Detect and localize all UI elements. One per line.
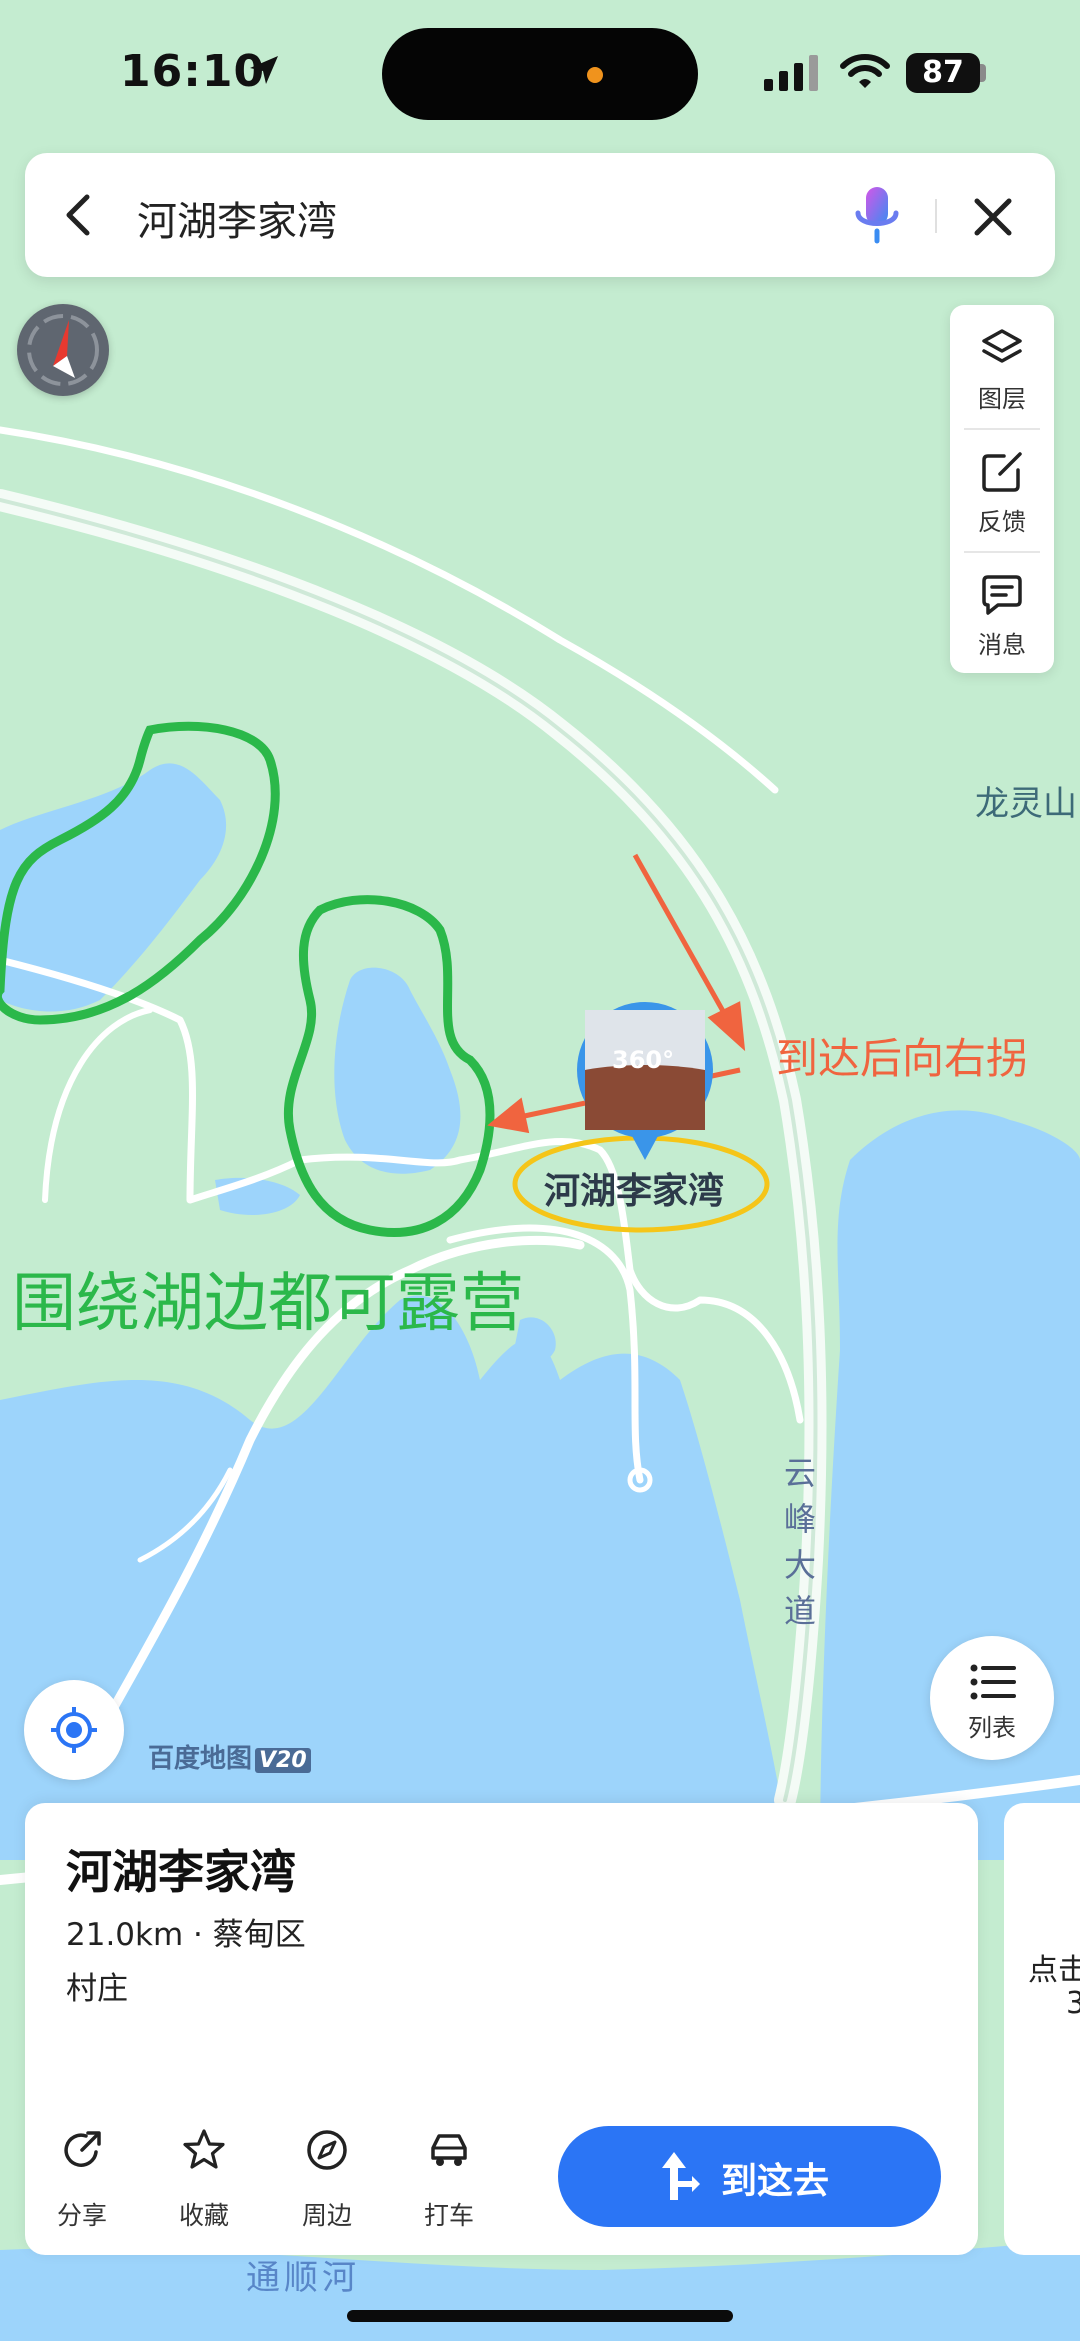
next-card-number: 3 [1066, 1986, 1080, 2021]
layers-icon [982, 329, 1022, 363]
place-title: 河湖李家湾 [66, 1845, 296, 1899]
back-arrow-icon[interactable] [59, 193, 99, 237]
map-tools-panel: 图层 反馈 消息 [950, 305, 1054, 673]
feedback-label: 反馈 [978, 508, 1026, 536]
share-label: 分享 [56, 2201, 107, 2230]
messages-button[interactable]: 消息 [950, 551, 1054, 673]
nearby-label: 周边 [301, 2201, 352, 2230]
lake-right [820, 1110, 1080, 1860]
taxi-icon [431, 2134, 467, 2166]
poi-name-label[interactable]: 河湖李家湾 [544, 1162, 724, 1214]
star-icon [183, 2129, 225, 2169]
place-distance-district: 21.0km · 蔡甸区 [66, 1917, 306, 1953]
location-arrow-icon [250, 56, 278, 84]
search-query-text[interactable]: 河湖李家湾 [137, 189, 337, 247]
nearby-compass-icon [307, 2130, 347, 2170]
list-button[interactable]: 列表 [930, 1636, 1054, 1760]
messages-label: 消息 [978, 631, 1026, 659]
place-detail-card[interactable]: 河湖李家湾 21.0km · 蔡甸区 村庄 分享 收藏 周边 打车 到这去 [25, 1803, 978, 2255]
go-here-label: 到这去 [721, 2161, 830, 2202]
search-divider [935, 199, 937, 233]
share-icon [64, 2131, 101, 2167]
home-indicator[interactable] [347, 2310, 733, 2322]
my-location-button[interactable] [24, 1680, 124, 1780]
locate-icon [51, 1707, 97, 1753]
road-name-label: 云 峰 大 道 [780, 1450, 820, 1634]
favorite-label: 收藏 [178, 2201, 229, 2230]
list-icon [970, 1664, 1016, 1700]
route-turn-icon [662, 2152, 700, 2200]
annotation-camp-text: 围绕湖边都可露营 [12, 1267, 524, 1341]
search-bar[interactable]: 河湖李家湾 [25, 153, 1055, 277]
annotation-arrive-text: 到达后向右拐 [776, 1034, 1029, 1083]
brand-name: 百度地图 [148, 1744, 253, 1774]
voice-mic-icon[interactable] [851, 183, 903, 247]
road-name-char: 道 [783, 1592, 816, 1630]
close-icon[interactable] [973, 197, 1013, 237]
message-icon [982, 575, 1022, 615]
place-type: 村庄 [66, 1971, 128, 2007]
poi-360-badge: 360° [612, 1046, 675, 1074]
battery-tip [980, 64, 986, 82]
dynamic-island [382, 28, 698, 120]
compass-button[interactable] [17, 304, 109, 396]
feedback-edit-icon [982, 452, 1022, 492]
road-name-char: 峰 [783, 1500, 816, 1538]
road-name-char: 云 [783, 1454, 816, 1492]
feedback-button[interactable]: 反馈 [950, 428, 1054, 550]
next-card-text: 点击 [1028, 1953, 1080, 1988]
layers-button[interactable]: 图层 [950, 305, 1054, 427]
river-name-label: 通顺河 [246, 2258, 360, 2298]
status-time: 16:10 [120, 46, 266, 97]
cellular-signal-icon [764, 55, 818, 91]
compass-icon [27, 314, 99, 386]
road-name-char: 大 [783, 1546, 816, 1584]
wifi-icon [840, 54, 890, 88]
place-label-longling: 龙灵山 [975, 784, 1077, 824]
next-result-card-peek[interactable]: 点击 3 [1004, 1803, 1080, 2255]
layers-label: 图层 [978, 385, 1026, 413]
go-here-button[interactable]: 到这去 [558, 2126, 941, 2227]
battery-level: 87 [906, 53, 980, 93]
privacy-indicator-dot [587, 67, 603, 83]
taxi-label: 打车 [423, 2201, 474, 2230]
list-label: 列表 [968, 1714, 1016, 1742]
brand-version: V20 [255, 1748, 311, 1773]
map-brand-watermark: 百度地图 V20 [148, 1738, 311, 1775]
